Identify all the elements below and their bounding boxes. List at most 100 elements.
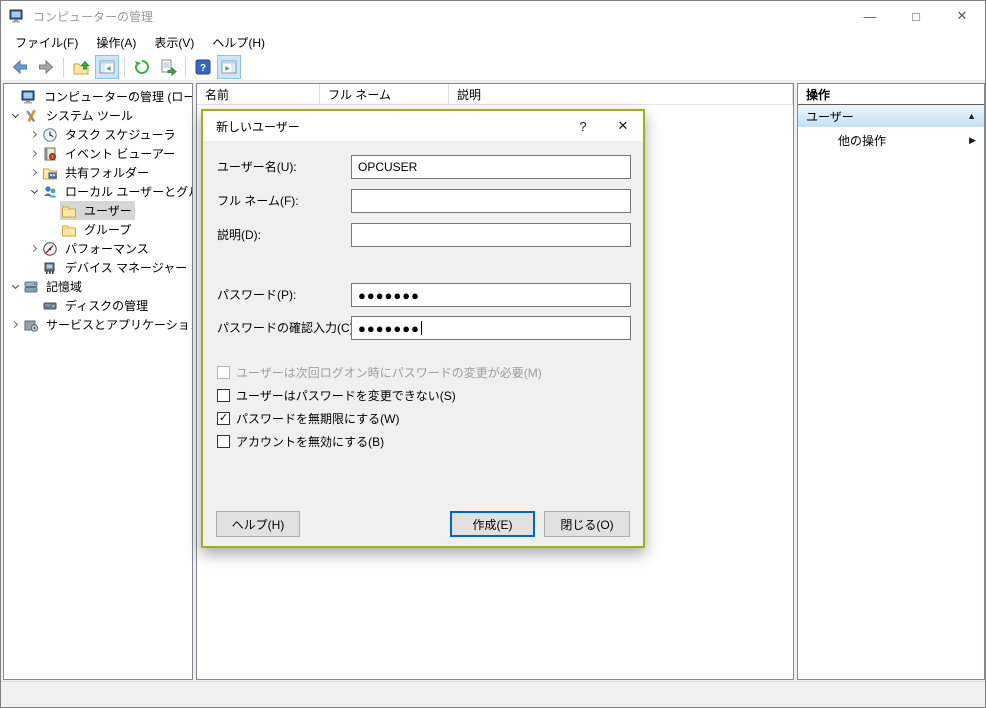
chevron-right-icon[interactable] [28, 246, 41, 251]
show-action-pane-icon[interactable] [217, 55, 241, 79]
text-field[interactable] [351, 223, 631, 247]
maximize-button[interactable]: □ [893, 1, 939, 31]
tree-item[interactable]: デバイス マネージャー [4, 258, 192, 277]
tree-item[interactable]: ディスクの管理 [4, 296, 192, 315]
actions-title: 操作 [798, 84, 984, 105]
refresh-icon[interactable] [130, 55, 154, 79]
menu-item-2[interactable]: 表示(V) [145, 31, 203, 54]
actions-section-label: ユーザー [806, 108, 854, 125]
dialog-close-icon[interactable]: ✕ [603, 111, 643, 141]
tree-item[interactable]: !イベント ビューアー [4, 144, 192, 163]
export-list-icon[interactable] [156, 55, 180, 79]
help-button[interactable]: ヘルプ(H) [216, 511, 300, 537]
tree-item[interactable]: サービスとアプリケーション [4, 315, 192, 334]
menu-item-0[interactable]: ファイル(F) [6, 31, 87, 54]
tree-item[interactable]: タスク スケジューラ [4, 125, 192, 144]
tree-item-label: パフォーマンス [62, 239, 152, 258]
more-actions-item[interactable]: 他の操作 ▶ [798, 128, 984, 152]
tree-item[interactable]: パフォーマンス [4, 239, 192, 258]
text-field[interactable]: OPCUSER [351, 155, 631, 179]
folder-icon [60, 222, 77, 238]
collapse-arrow-icon[interactable]: ▲ [967, 111, 976, 121]
tree-item-label: ディスクの管理 [62, 296, 151, 315]
tree-item[interactable]: 記憶域 [4, 277, 192, 296]
tree-item[interactable]: ユーザー [4, 201, 192, 220]
list-header: 名前フル ネーム説明 [197, 84, 793, 105]
checkbox-row[interactable]: ユーザーはパスワードを変更できない(S) [217, 386, 456, 404]
disk-icon [41, 298, 58, 314]
tree-item[interactable]: グループ [4, 220, 192, 239]
chevron-right-icon[interactable] [28, 132, 41, 137]
tools-icon [22, 108, 39, 124]
actions-panel: 操作 ユーザー ▲ 他の操作 ▶ [797, 83, 985, 680]
checkbox-unchecked-icon[interactable] [217, 389, 230, 402]
checkbox-label: パスワードを無期限にする(W) [236, 410, 399, 427]
tree-item[interactable]: コンピューターの管理 (ローカル) [4, 87, 192, 106]
tree-item-label: グループ [81, 220, 134, 239]
checkbox-checked-icon[interactable]: ✓ [217, 412, 230, 425]
column-header-1[interactable]: フル ネーム [320, 84, 449, 104]
computer-management-app-icon [9, 8, 26, 25]
chevron-right-icon[interactable] [28, 151, 41, 156]
create-button[interactable]: 作成(E) [450, 511, 535, 537]
help-icon[interactable]: ? [191, 55, 215, 79]
field-value: OPCUSER [358, 160, 417, 174]
services-icon [22, 317, 39, 333]
menu-bar: ファイル(F)操作(A)表示(V)ヘルプ(H) [1, 31, 985, 53]
new-user-dialog: 新しいユーザー ? ✕ ユーザー名(U):OPCUSERフル ネーム(F):説明… [201, 109, 645, 548]
checkbox-unchecked-icon [217, 366, 230, 379]
tree-item-label: システム ツール [43, 106, 136, 125]
checkbox-unchecked-icon[interactable] [217, 435, 230, 448]
tree-item[interactable]: 共有フォルダー [4, 163, 192, 182]
chevron-right-icon[interactable] [9, 322, 22, 327]
chevron-down-icon[interactable] [9, 285, 22, 288]
window-title: コンピューターの管理 [33, 8, 153, 25]
chevron-down-icon[interactable] [9, 114, 22, 117]
tree-item[interactable]: ローカル ユーザーとグループ [4, 182, 192, 201]
title-bar: コンピューターの管理 — □ ✕ [1, 1, 985, 31]
shared-folder-icon [41, 165, 58, 181]
password-field[interactable]: ●●●●●●● [351, 283, 631, 307]
menu-item-1[interactable]: 操作(A) [87, 31, 145, 54]
performance-icon [41, 241, 58, 257]
event-viewer-icon: ! [41, 146, 58, 162]
menu-item-3[interactable]: ヘルプ(H) [203, 31, 274, 54]
password-dots: ●●●●●●● [358, 289, 420, 302]
back-icon[interactable] [8, 55, 32, 79]
status-bar [1, 681, 985, 707]
close-button[interactable]: ✕ [939, 1, 985, 31]
checkbox-row[interactable]: ✓ パスワードを無期限にする(W) [217, 409, 399, 427]
tree-item-label: ユーザー [81, 201, 135, 220]
column-header-2[interactable]: 説明 [449, 84, 793, 104]
column-header-0[interactable]: 名前 [197, 84, 320, 104]
dialog-help-icon[interactable]: ? [563, 111, 603, 141]
submenu-arrow-icon: ▶ [969, 135, 976, 146]
chevron-right-icon[interactable] [28, 170, 41, 175]
tree-item-label: 記憶域 [43, 277, 85, 296]
show-console-tree-icon[interactable] [95, 55, 119, 79]
computer-icon [20, 89, 37, 105]
chevron-down-icon[interactable] [28, 190, 41, 193]
dialog-title: 新しいユーザー [216, 118, 300, 135]
storage-icon [22, 279, 39, 295]
users-icon [41, 184, 58, 200]
svg-text:?: ? [200, 63, 206, 74]
tree-item-label: コンピューターの管理 (ローカル) [41, 87, 193, 106]
checkbox-row[interactable]: アカウントを無効にする(B) [217, 432, 384, 450]
dialog-close-button[interactable]: 閉じる(O) [544, 511, 630, 537]
password-field[interactable]: ●●●●●●● [351, 316, 631, 340]
tree-item-label: サービスとアプリケーション [43, 315, 193, 334]
clock-icon [41, 127, 58, 143]
minimize-button[interactable]: — [847, 1, 893, 31]
tree-item[interactable]: システム ツール [4, 106, 192, 125]
toolbar-separator [124, 57, 125, 77]
up-one-level-icon[interactable] [69, 55, 93, 79]
text-field[interactable] [351, 189, 631, 213]
field-label: ユーザー名(U): [217, 155, 297, 179]
actions-section-users[interactable]: ユーザー ▲ [798, 105, 984, 128]
more-actions-label: 他の操作 [838, 132, 886, 149]
toolbar-separator [185, 57, 186, 77]
dialog-title-bar: 新しいユーザー ? ✕ [203, 111, 643, 141]
forward-icon[interactable] [34, 55, 58, 79]
svg-text:!: ! [51, 154, 52, 159]
